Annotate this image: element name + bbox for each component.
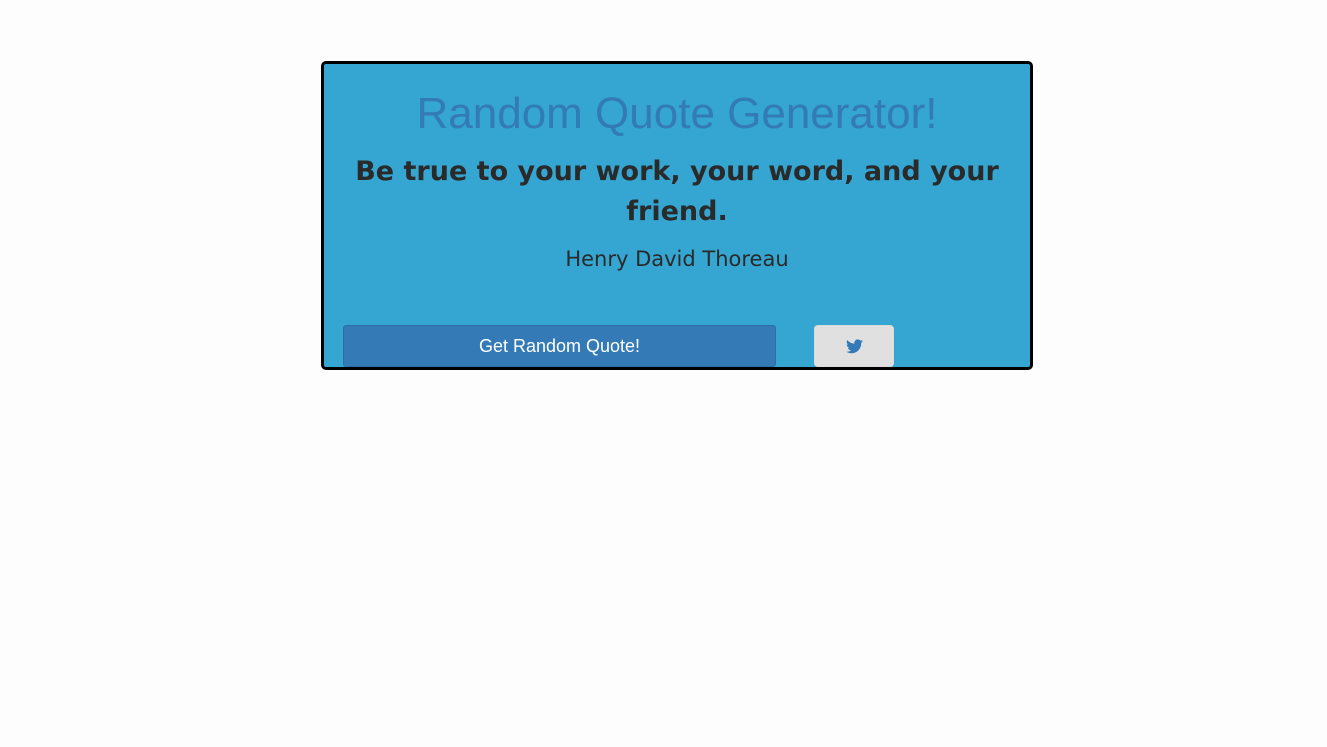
- tweet-button[interactable]: [814, 325, 894, 367]
- twitter-icon: [845, 338, 863, 353]
- quote-text: Be true to your work, your word, and you…: [355, 156, 999, 227]
- quote-author: Henry David Thoreau: [565, 247, 789, 271]
- quote-card: Random Quote Generator! Be true to your …: [321, 61, 1033, 370]
- page-title: Random Quote Generator!: [416, 89, 938, 138]
- get-random-quote-button[interactable]: Get Random Quote!: [343, 325, 776, 367]
